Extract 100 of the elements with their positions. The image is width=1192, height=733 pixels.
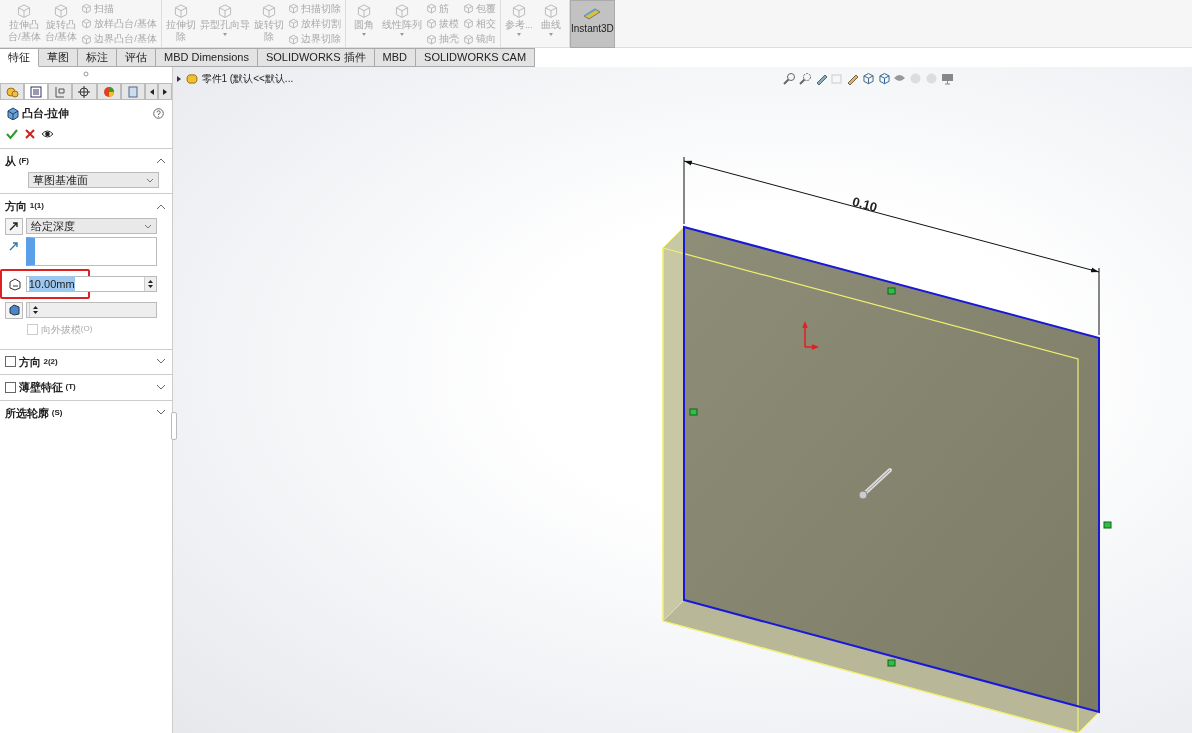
dropdown[interactable]: 草图基准面 xyxy=(28,172,159,188)
relation-marker[interactable] xyxy=(1103,521,1112,529)
ribbon-tab[interactable]: 草图 xyxy=(39,48,78,67)
scroll-arrow-button[interactable] xyxy=(158,83,172,99)
up-down-arrows-icon xyxy=(31,305,39,316)
branch-icon xyxy=(53,84,68,99)
cube-icon xyxy=(510,3,527,19)
up-down-arrows-icon xyxy=(146,279,154,289)
close-icon[interactable] xyxy=(23,127,36,140)
cube-icon xyxy=(393,3,410,19)
cube-icon xyxy=(6,106,19,120)
section-title[interactable]: 方向 xyxy=(18,353,41,370)
dimension-value[interactable]: 0.10 xyxy=(850,193,879,215)
ribbon-tab[interactable]: MBD xyxy=(374,48,417,67)
instant3d-button[interactable]: Instant3D xyxy=(569,0,615,48)
section-title[interactable]: 薄壁特征 xyxy=(18,379,63,396)
draft-button[interactable] xyxy=(5,301,23,319)
color-wheel-icon xyxy=(101,84,116,99)
relation-marker[interactable] xyxy=(887,659,896,667)
cube-icon xyxy=(425,18,437,30)
cube-icon xyxy=(81,18,93,30)
parts-icon xyxy=(5,84,20,99)
feature-title: 凸台-拉伸 xyxy=(21,106,70,121)
cube-icon[interactable] xyxy=(861,72,875,85)
ribbon-tab[interactable]: SOLIDWORKS CAM xyxy=(416,48,536,67)
cube-icon xyxy=(216,3,233,19)
shortcut-label: 1(1) xyxy=(29,200,44,213)
chevron-icon[interactable] xyxy=(156,202,166,210)
cube-icon xyxy=(172,3,189,19)
origin-axes-icon xyxy=(802,321,819,350)
page-icon xyxy=(125,84,140,99)
caret-icon xyxy=(146,177,154,183)
dropdown[interactable]: 给定深度 xyxy=(25,218,157,234)
caret-icon xyxy=(515,31,522,37)
ribbon-tab[interactable]: 特征 xyxy=(0,48,39,67)
collapse-handle[interactable] xyxy=(171,412,177,440)
ribbon-tab[interactable]: 评估 xyxy=(117,48,156,67)
chevron-icon[interactable] xyxy=(156,383,166,391)
crosshair-icon xyxy=(77,84,92,99)
section-title[interactable]: 所选轮廓 xyxy=(5,404,49,421)
triangle-icon[interactable] xyxy=(176,74,182,83)
chevron-icon[interactable] xyxy=(156,157,166,165)
checkmark-icon[interactable] xyxy=(6,127,18,140)
dimension-line[interactable] xyxy=(683,156,1100,336)
cube-icon xyxy=(287,3,299,15)
pen-icon[interactable] xyxy=(814,72,828,85)
grip-icon xyxy=(83,71,89,77)
cube-icon xyxy=(425,33,437,45)
chevron-icon[interactable] xyxy=(156,409,166,417)
panel-tab[interactable] xyxy=(72,83,97,99)
cube-icon xyxy=(16,3,33,19)
shortcut-label: (O) xyxy=(80,323,93,335)
cube-icon xyxy=(462,18,474,30)
spin-button[interactable] xyxy=(28,303,41,318)
cube-icon xyxy=(81,3,93,15)
relation-marker[interactable] xyxy=(887,287,896,295)
cube-icon xyxy=(52,3,69,19)
shortcut-label: (T) xyxy=(65,381,76,394)
depth-field[interactable]: 10.00mm xyxy=(25,276,157,292)
wedge-icon xyxy=(8,304,20,317)
panel-tab[interactable] xyxy=(96,83,121,99)
monitor-icon[interactable] xyxy=(940,72,954,85)
magnifier-icon[interactable] xyxy=(783,72,796,85)
cube-icon xyxy=(260,3,277,19)
tree-item[interactable]: 零件1 (默认<<默认... xyxy=(201,71,294,86)
caret-icon xyxy=(360,31,367,37)
caret-icon xyxy=(547,31,554,37)
part-icon xyxy=(184,72,199,85)
help-icon[interactable] xyxy=(153,107,164,119)
spin-button[interactable] xyxy=(143,277,156,291)
cube-icon[interactable] xyxy=(877,72,891,85)
cube-icon xyxy=(287,18,299,30)
cube-icon xyxy=(287,33,299,45)
magnifier-icon[interactable] xyxy=(798,72,812,85)
section-title[interactable]: 方向 xyxy=(5,198,27,215)
shortcut-label: 2(2) xyxy=(43,355,58,368)
checkbox[interactable] xyxy=(5,356,16,368)
caret-icon xyxy=(143,223,152,229)
shortcut-label: (F) xyxy=(18,154,29,167)
ribbon-tab[interactable]: MBD Dimensions xyxy=(156,48,258,67)
pin-drawing xyxy=(858,468,892,500)
cube-icon xyxy=(462,3,474,15)
eye-icon[interactable] xyxy=(41,128,54,139)
list-icon xyxy=(29,84,44,99)
cube-icon xyxy=(81,33,93,45)
checkbox[interactable] xyxy=(5,381,16,393)
caret-icon xyxy=(221,31,228,37)
ribbon-tab[interactable]: SOLIDWORKS 插件 xyxy=(257,48,375,67)
section-title[interactable]: 从 xyxy=(5,152,16,169)
checkbox-label: 向外拔模 xyxy=(40,322,81,337)
panel-tab[interactable] xyxy=(0,83,25,99)
chevron-icon[interactable] xyxy=(156,358,166,366)
relation-marker[interactable] xyxy=(689,408,698,416)
arrow-icon xyxy=(9,221,19,231)
reverse-direction-button[interactable] xyxy=(5,217,23,235)
cube-icon xyxy=(542,3,559,19)
draft-angle-field[interactable] xyxy=(25,302,157,319)
pen-icon[interactable] xyxy=(846,72,859,85)
panel-tab[interactable] xyxy=(24,83,49,99)
ribbon-tab[interactable]: 标注 xyxy=(78,48,117,67)
